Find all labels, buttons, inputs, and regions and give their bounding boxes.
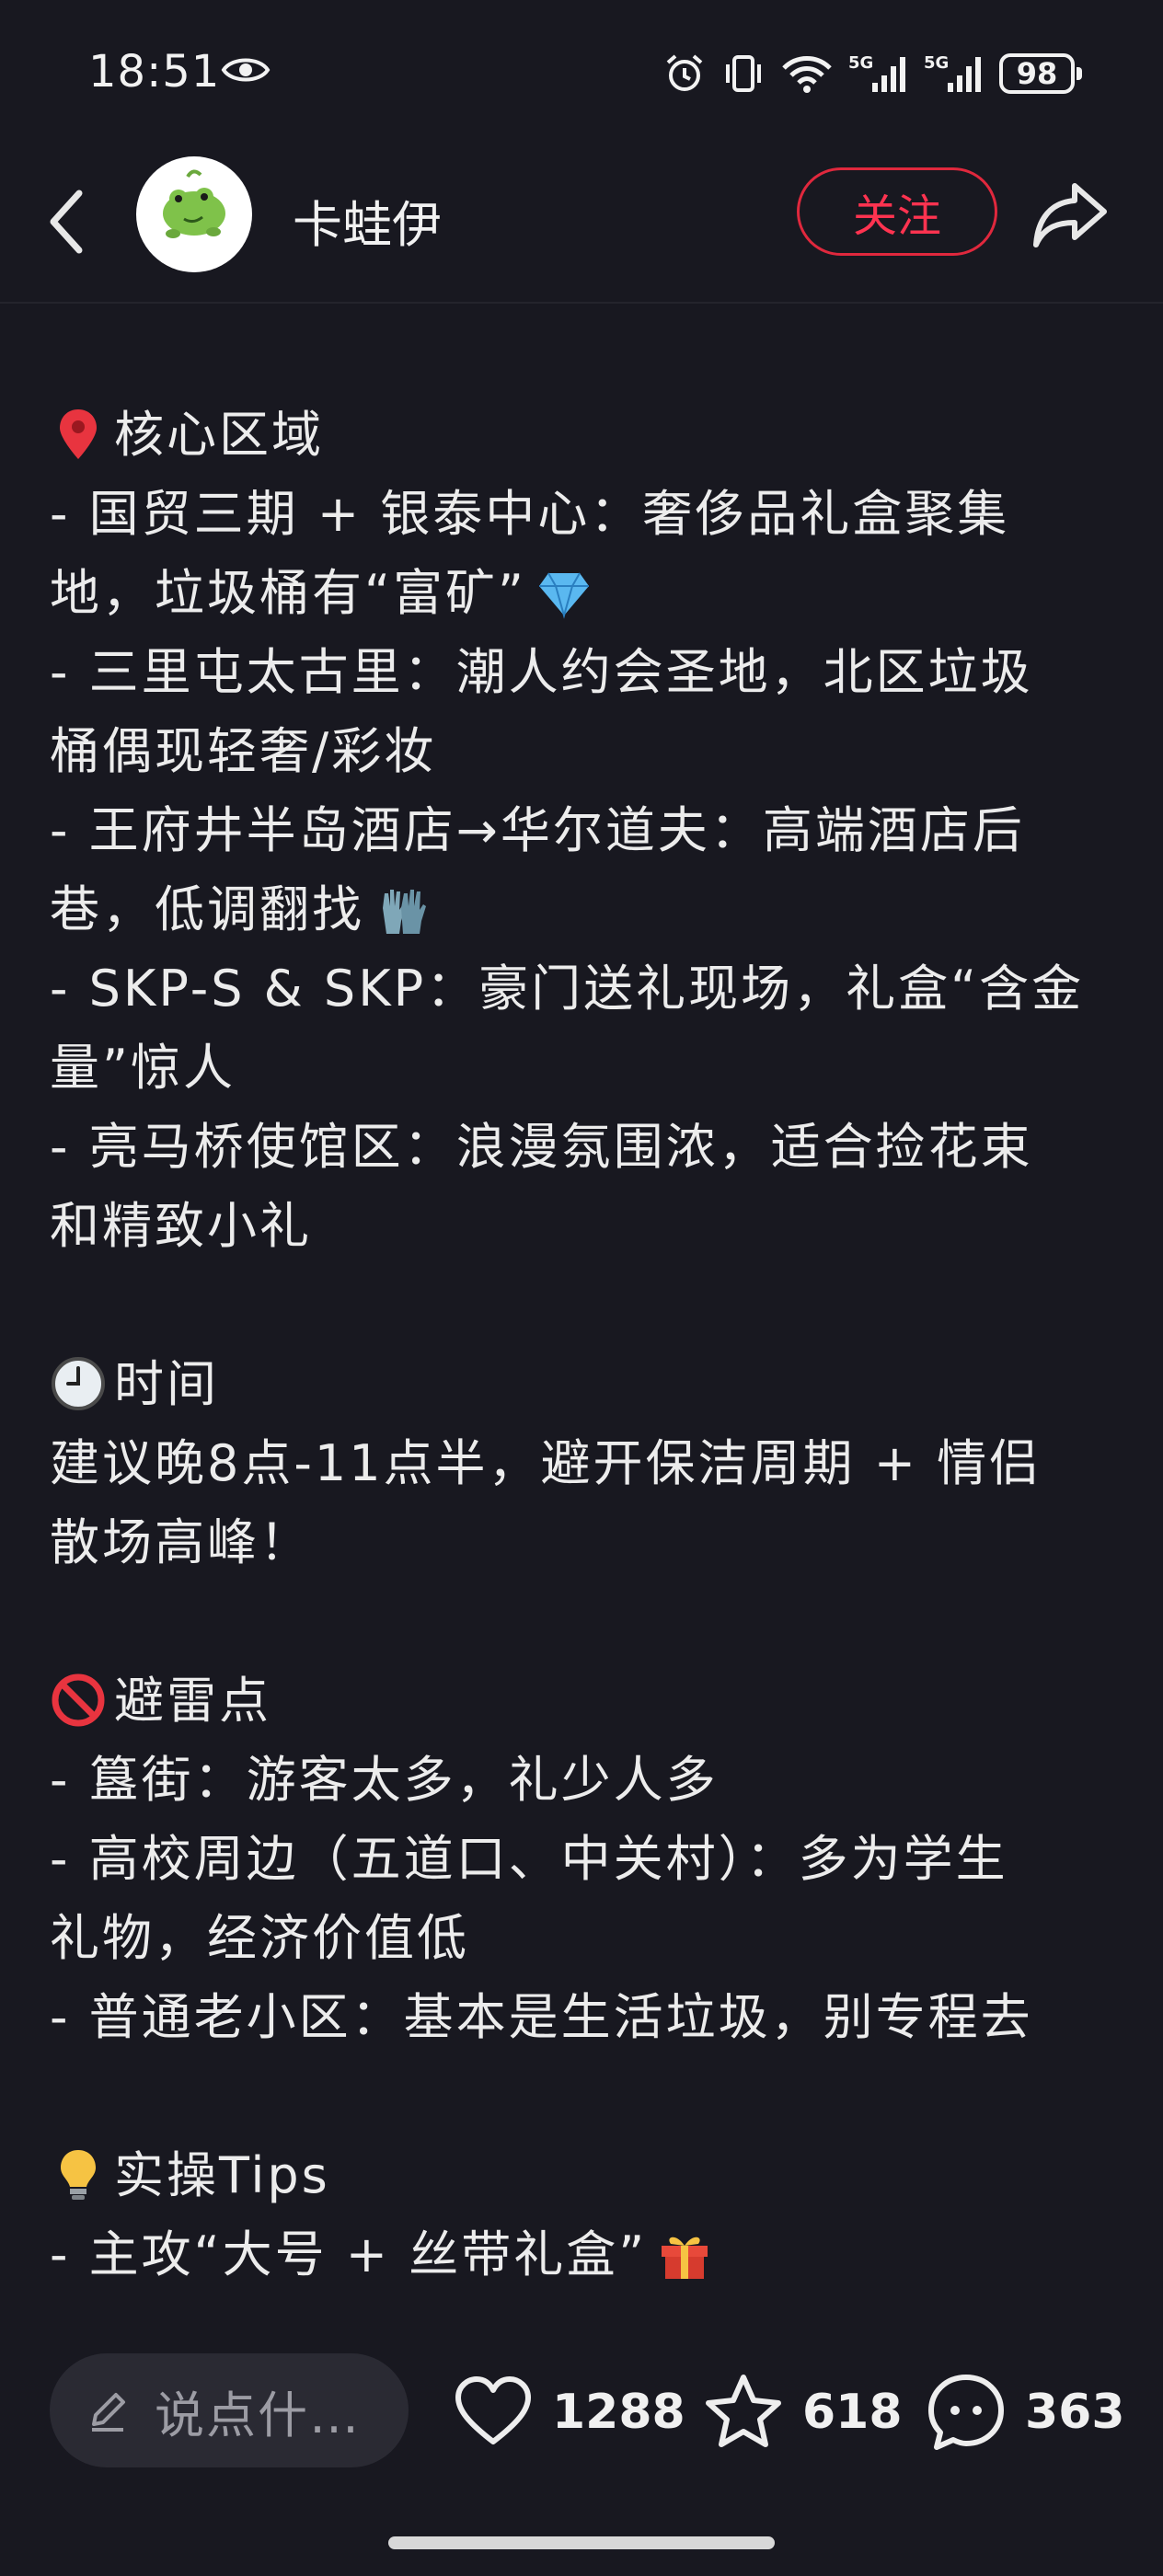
body-text-line: - 主攻“大号 + 丝带礼盒”: [50, 2215, 1126, 2294]
body-text-line: - 亮马桥使馆区：浪漫氛围浓，适合捡花束: [50, 1108, 1126, 1187]
status-time: 18:51: [88, 46, 221, 98]
line-text: - 主攻“大号 + 丝带礼盒”: [50, 2225, 648, 2283]
line-text: - 普通老小区：基本是生活垃圾，别专程去: [50, 1988, 1033, 2046]
favorite-count: 618: [802, 2385, 903, 2440]
note-header: 卡蛙伊 关注: [0, 147, 1163, 304]
follow-button[interactable]: 关注: [797, 167, 997, 256]
line-text: - 三里屯太古里：潮人约会圣地，北区垃圾: [50, 643, 1033, 701]
body-text-line: 礼物，经济价值低: [50, 1899, 1126, 1978]
body-text-line: - 国贸三期 + 银泰中心：奢侈品礼盒聚集: [50, 475, 1126, 554]
bulb-icon: [50, 2146, 107, 2203]
body-text-line: - 王府井半岛酒店→华尔道夫：高端酒店后: [50, 791, 1126, 870]
body-text-line: 散场高峰！: [50, 1503, 1126, 1582]
chevron-left-icon[interactable]: [42, 180, 90, 263]
avatar[interactable]: [136, 156, 252, 272]
line-text: 建议晚8点-11点半，避开保洁周期 + 情侣: [50, 1434, 1042, 1492]
author-name[interactable]: 卡蛙伊: [293, 184, 442, 257]
signal-5g-icon: 5G: [924, 53, 981, 92]
body-text-line: - 簋街：游客太多，礼少人多: [50, 1741, 1126, 1820]
pencil-icon: [92, 2393, 125, 2432]
status-bar: 18:51 5G 5G 98: [0, 0, 1163, 147]
svg-text:5G: 5G: [924, 53, 949, 73]
body-text-line: - SKP-S & SKP：豪门送礼现场，礼盒“含金: [50, 949, 1126, 1029]
signal-5g-icon: 5G: [848, 53, 905, 92]
diamond-icon: [535, 564, 593, 621]
line-text: - 国贸三期 + 银泰中心：奢侈品礼盒聚集: [50, 485, 1010, 543]
line-text: 礼物，经济价值低: [50, 1909, 469, 1967]
line-text: - SKP-S & SKP：豪门送礼现场，礼盒“含金: [50, 960, 1085, 1018]
line-text: 时间: [114, 1355, 219, 1413]
section-heading: 避雷点: [50, 1662, 1126, 1741]
body-text-line: 桶偶现轻奢/彩妆: [50, 712, 1126, 791]
comment-count: 363: [1025, 2385, 1125, 2440]
body-text-line: 和精致小礼: [50, 1187, 1126, 1266]
line-text: - 高校周边（五道口、中关村）：多为学生: [50, 1830, 1008, 1888]
battery-level: 98: [1016, 56, 1058, 91]
favorite-button[interactable]: 618: [701, 2366, 903, 2458]
body-text-line: 巷，低调翻找: [50, 870, 1126, 949]
line-text: - 簋街：游客太多，礼少人多: [50, 1751, 719, 1809]
like-button[interactable]: 1288: [451, 2366, 685, 2458]
star-icon: [706, 2375, 781, 2447]
line-text: 桶偶现轻奢/彩妆: [50, 722, 437, 780]
svg-text:5G: 5G: [848, 53, 873, 73]
bottom-action-bar: 说点什… 1288 618 363: [0, 2326, 1163, 2510]
chat-bubble-icon: [928, 2375, 1004, 2450]
no-entry-icon: [50, 1672, 107, 1729]
heart-icon: [455, 2376, 531, 2444]
line-text: 和精致小礼: [50, 1197, 312, 1255]
body-text-line: 量”惊人: [50, 1029, 1126, 1108]
body-text-line: - 三里屯太古里：潮人约会圣地，北区垃圾: [50, 633, 1126, 712]
like-count: 1288: [552, 2385, 685, 2440]
gloves-icon: [374, 880, 431, 937]
section-heading: 实操Tips: [50, 2136, 1126, 2215]
pin-icon: [50, 406, 107, 463]
line-text: 核心区域: [114, 406, 324, 464]
comment-button[interactable]: 363: [924, 2366, 1125, 2458]
share-arrow-icon[interactable]: [1031, 178, 1110, 252]
vibrate-icon: [726, 55, 761, 92]
body-text-line: 建议晚8点-11点半，避开保洁周期 + 情侣: [50, 1424, 1126, 1503]
comment-input[interactable]: 说点什…: [50, 2353, 409, 2467]
body-text-line: - 高校周边（五道口、中关村）：多为学生: [50, 1820, 1126, 1899]
line-text: 散场高峰！: [50, 1513, 312, 1571]
body-text-line: - 普通老小区：基本是生活垃圾，别专程去: [50, 1978, 1126, 2057]
comment-placeholder: 说点什…: [155, 2386, 361, 2444]
alarm-icon: [666, 54, 703, 91]
line-text: 地，垃圾桶有“富矿”: [50, 564, 526, 622]
line-text: - 亮马桥使馆区：浪漫氛围浓，适合捡花束: [50, 1118, 1033, 1176]
gift-icon: [656, 2225, 713, 2283]
line-text: 实操Tips: [114, 2146, 330, 2204]
frog-avatar-icon: [163, 169, 225, 238]
wifi-icon: [782, 56, 832, 93]
section-heading: 时间: [50, 1345, 1126, 1424]
eye-icon: [221, 58, 271, 82]
line-text: 避雷点: [114, 1672, 271, 1730]
line-text: 量”惊人: [50, 1039, 236, 1097]
line-text: 巷，低调翻找: [50, 880, 364, 938]
note-body: 核心区域 - 国贸三期 + 银泰中心：奢侈品礼盒聚集 地，垃圾桶有“富矿” - 三里屯…: [50, 396, 1126, 2318]
status-icons: 5G 5G 98: [662, 46, 1082, 101]
battery-indicator: 98: [999, 53, 1082, 94]
section-heading: 核心区域: [50, 396, 1126, 475]
clock-icon: [50, 1355, 107, 1412]
line-text: - 王府井半岛酒店→华尔道夫：高端酒店后: [50, 801, 1025, 859]
home-indicator[interactable]: [388, 2536, 775, 2549]
body-text-line: 地，垃圾桶有“富矿”: [50, 554, 1126, 633]
